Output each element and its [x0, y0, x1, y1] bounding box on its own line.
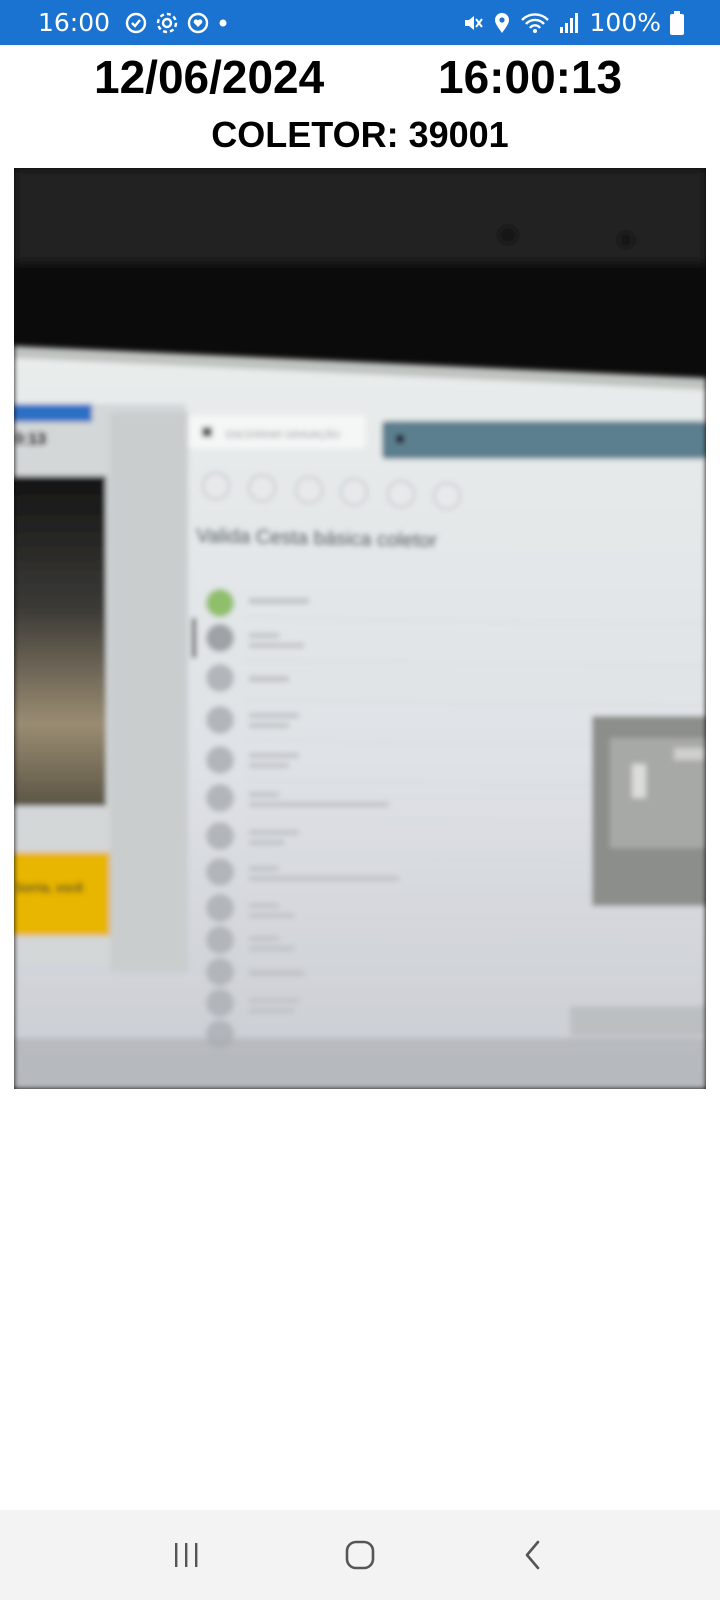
date-display: 12/06/2024: [94, 51, 325, 103]
blurred-banner-text: Sorria, você: [14, 880, 83, 895]
recent-apps-button[interactable]: [157, 1525, 217, 1585]
sync-icon: [125, 12, 147, 34]
datetime-header: 12/06/2024 16:00:13: [0, 50, 720, 110]
signal-icon: [559, 12, 579, 34]
collector-label: COLETOR: 39001: [211, 114, 509, 155]
home-icon: [345, 1540, 375, 1570]
navigation-bar: [0, 1510, 720, 1600]
status-bar-right: 100%: [462, 8, 684, 37]
wifi-icon: [520, 12, 550, 34]
blurred-clock: 0:13: [14, 431, 46, 448]
back-button[interactable]: [503, 1525, 563, 1585]
battery-icon: [670, 10, 684, 35]
settings-icon: [156, 12, 178, 34]
battery-percent: 100%: [589, 8, 661, 37]
status-time: 16:00: [38, 8, 111, 37]
time-display: 16:00:13: [438, 51, 623, 103]
location-icon: [493, 12, 511, 34]
mute-icon: [462, 12, 484, 34]
blurred-button-text: ENCERRAR GRAVAÇÃO: [226, 428, 340, 441]
heart-icon: [187, 12, 209, 34]
camera-preview[interactable]: Valida Cesta básica coletor 0:13 ENCERRA…: [14, 168, 706, 1089]
dot-icon: [218, 18, 228, 28]
recent-apps-icon: [174, 1543, 198, 1567]
back-icon: [526, 1540, 540, 1570]
camera-frame: Valida Cesta básica coletor 0:13 ENCERRA…: [14, 168, 706, 1089]
status-bar-left: 16:00: [38, 8, 228, 37]
status-bar: 16:00 100%: [0, 0, 720, 45]
home-button[interactable]: [330, 1525, 390, 1585]
